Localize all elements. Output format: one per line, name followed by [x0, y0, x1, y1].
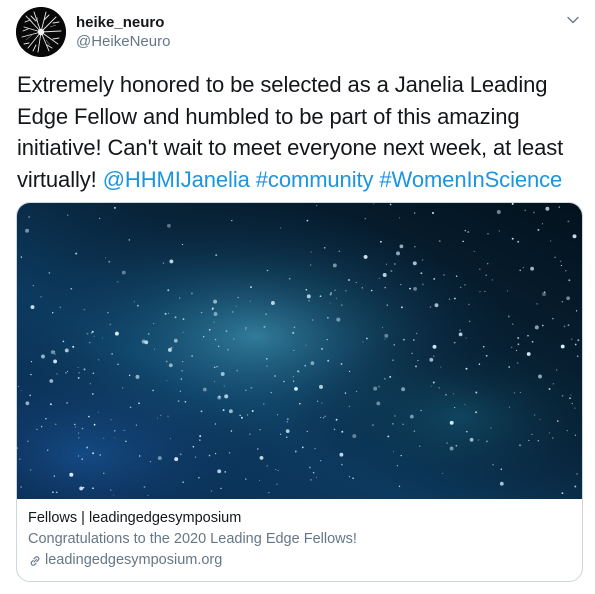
card-image[interactable] — [17, 203, 582, 499]
avatar[interactable] — [16, 7, 66, 57]
tweet: heike_neuro @HeikeNeuro Extremely honore… — [0, 0, 595, 594]
card-meta: Fellows | leadingedgesymposium Congratul… — [28, 508, 571, 571]
link-card[interactable]: Fellows | leadingedgesymposium Congratul… — [16, 202, 583, 582]
hashtag-link-women-in-science[interactable]: #WomenInScience — [379, 167, 562, 192]
card-title: Fellows | leadingedgesymposium — [28, 510, 242, 526]
hashtag-link-community[interactable]: #community — [256, 167, 374, 192]
galaxy-stars-image-icon — [17, 203, 582, 499]
card-url-text: leadingedgesymposium.org — [45, 552, 223, 568]
chevron-down-icon[interactable] — [563, 10, 583, 30]
neuron-avatar-icon — [16, 7, 66, 57]
card-description: Congratulations to the 2020 Leading Edge… — [28, 531, 357, 547]
tweet-header: heike_neuro @HeikeNeuro — [16, 7, 170, 57]
link-icon — [28, 554, 42, 568]
mention-link[interactable]: @HHMIJanelia — [103, 167, 250, 192]
author-names: heike_neuro @HeikeNeuro — [76, 13, 170, 51]
author-display-name[interactable]: heike_neuro — [76, 13, 170, 32]
card-url: leadingedgesymposium.org — [28, 550, 571, 571]
tweet-text: Extremely honored to be selected as a Ja… — [17, 69, 585, 195]
author-handle[interactable]: @HeikeNeuro — [76, 32, 170, 51]
